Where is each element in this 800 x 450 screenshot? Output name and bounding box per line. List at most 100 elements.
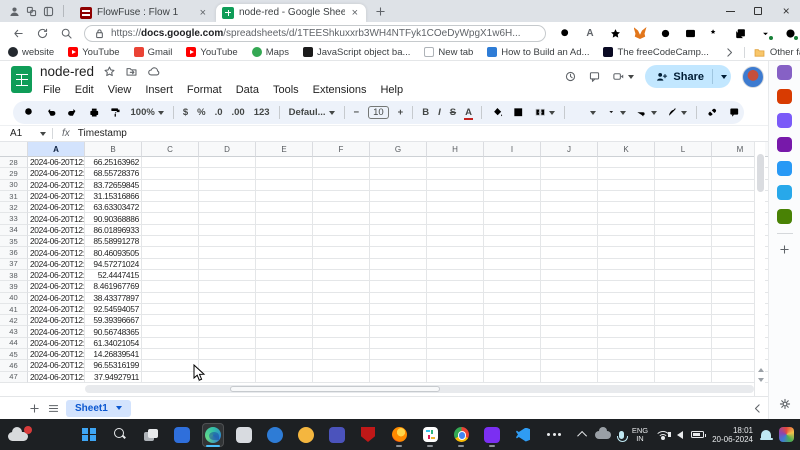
cell-empty[interactable] [541,281,598,292]
vertical-align-button[interactable] [605,106,627,119]
cell-empty[interactable] [598,168,655,179]
close-button[interactable]: × [772,0,800,22]
cell-empty[interactable] [427,157,484,168]
version-history-icon[interactable] [564,70,577,83]
task-view[interactable] [140,423,162,447]
cell-empty[interactable] [484,338,541,349]
cell-empty[interactable] [199,202,256,213]
cell-empty[interactable] [313,225,370,236]
cell-timestamp[interactable]: 2024-06-20T12:2 [28,270,85,281]
cell-empty[interactable] [655,349,712,360]
cell-empty[interactable] [484,360,541,371]
cell-empty[interactable] [427,247,484,258]
cell-value[interactable]: 96.55316199 [85,360,142,371]
extension-ring-icon[interactable] [656,24,674,42]
address-bar[interactable]: https://docs.google.com/spreadsheets/d/1… [84,25,546,42]
menu-data[interactable]: Data [231,83,264,97]
cell-empty[interactable] [370,372,427,383]
cell-empty[interactable] [655,360,712,371]
avatar[interactable] [742,66,764,88]
cell-empty[interactable] [484,168,541,179]
cell-empty[interactable] [484,213,541,224]
column-header-L[interactable]: L [655,142,712,157]
cell-value[interactable]: 94.57271024 [85,259,142,270]
cell-timestamp[interactable]: 2024-06-20T12:2 [28,213,85,224]
zoom-indicator-icon[interactable] [556,24,574,42]
row-header-34[interactable]: 34 [0,225,28,236]
cell-empty[interactable] [199,326,256,337]
cell-empty[interactable] [655,326,712,337]
cell-empty[interactable] [199,168,256,179]
column-header-B[interactable]: B [85,142,142,157]
cell-empty[interactable] [370,360,427,371]
column-header-C[interactable]: C [142,142,199,157]
cell-empty[interactable] [142,225,199,236]
column-header-I[interactable]: I [484,142,541,157]
cell-empty[interactable] [142,349,199,360]
menu-view[interactable]: View [103,83,137,97]
strikethrough-button[interactable]: S [450,107,456,118]
row-header-33[interactable]: 33 [0,213,28,224]
cell-empty[interactable] [313,180,370,191]
cell-empty[interactable] [427,236,484,247]
cell-empty[interactable] [655,315,712,326]
format-percent-button[interactable]: % [197,107,205,118]
meet-button[interactable] [612,70,634,83]
cell-empty[interactable] [199,213,256,224]
cell-empty[interactable] [598,236,655,247]
cell-empty[interactable] [598,191,655,202]
cell-empty[interactable] [313,191,370,202]
sheet-tab-sheet1[interactable]: Sheet1 [66,400,131,417]
cell-empty[interactable] [541,202,598,213]
workspaces-icon[interactable] [25,5,38,18]
font-size-button[interactable]: 10 [368,106,389,119]
microsoft-store[interactable] [233,423,255,447]
cell-empty[interactable] [484,304,541,315]
font-size-increase-button[interactable]: + [398,107,404,118]
cell-empty[interactable] [370,270,427,281]
cell-empty[interactable] [142,293,199,304]
bookmark-gmail[interactable]: Gmail [134,47,173,58]
row-header-41[interactable]: 41 [0,304,28,315]
cell-timestamp[interactable]: 2024-06-20T12:2 [28,326,85,337]
google-meet[interactable] [295,423,317,447]
cell-empty[interactable] [598,270,655,281]
profile-icon[interactable] [8,5,21,18]
app-purple[interactable] [481,423,503,447]
cell-empty[interactable] [541,213,598,224]
cell-timestamp[interactable]: 2024-06-20T12:2 [28,338,85,349]
merge-cells-button[interactable] [534,106,556,119]
other-favorites-button[interactable]: Other favorites [753,46,800,59]
cell-empty[interactable] [142,191,199,202]
cell-empty[interactable] [199,180,256,191]
cell-empty[interactable] [655,293,712,304]
cell-empty[interactable] [256,270,313,281]
microsoft-teams[interactable] [326,423,348,447]
cell-empty[interactable] [655,236,712,247]
cell-empty[interactable] [598,281,655,292]
cell-empty[interactable] [313,270,370,281]
widgets-icon[interactable] [779,427,794,442]
cell-empty[interactable] [484,202,541,213]
cell-empty[interactable] [484,326,541,337]
cell-empty[interactable] [484,180,541,191]
google-sheets-logo-icon[interactable] [11,66,32,93]
favorites-icon[interactable] [706,24,724,42]
row-header-32[interactable]: 32 [0,202,28,213]
chrome[interactable] [450,423,472,447]
cell-value[interactable]: 85.58991278 [85,236,142,247]
get-help[interactable] [264,423,286,447]
taskbar-search[interactable] [109,423,131,447]
microphone-icon[interactable] [619,431,624,439]
cell-empty[interactable] [256,157,313,168]
cell-empty[interactable] [199,225,256,236]
cell-empty[interactable] [199,259,256,270]
cell-empty[interactable] [598,360,655,371]
cell-empty[interactable] [427,326,484,337]
add-sheet-icon[interactable] [28,402,41,415]
cell-empty[interactable] [598,180,655,191]
column-header-H[interactable]: H [427,142,484,157]
cell-empty[interactable] [598,202,655,213]
bookmark-article-blue[interactable]: How to Build an Ad... [487,47,589,58]
maximize-button[interactable] [744,0,772,22]
